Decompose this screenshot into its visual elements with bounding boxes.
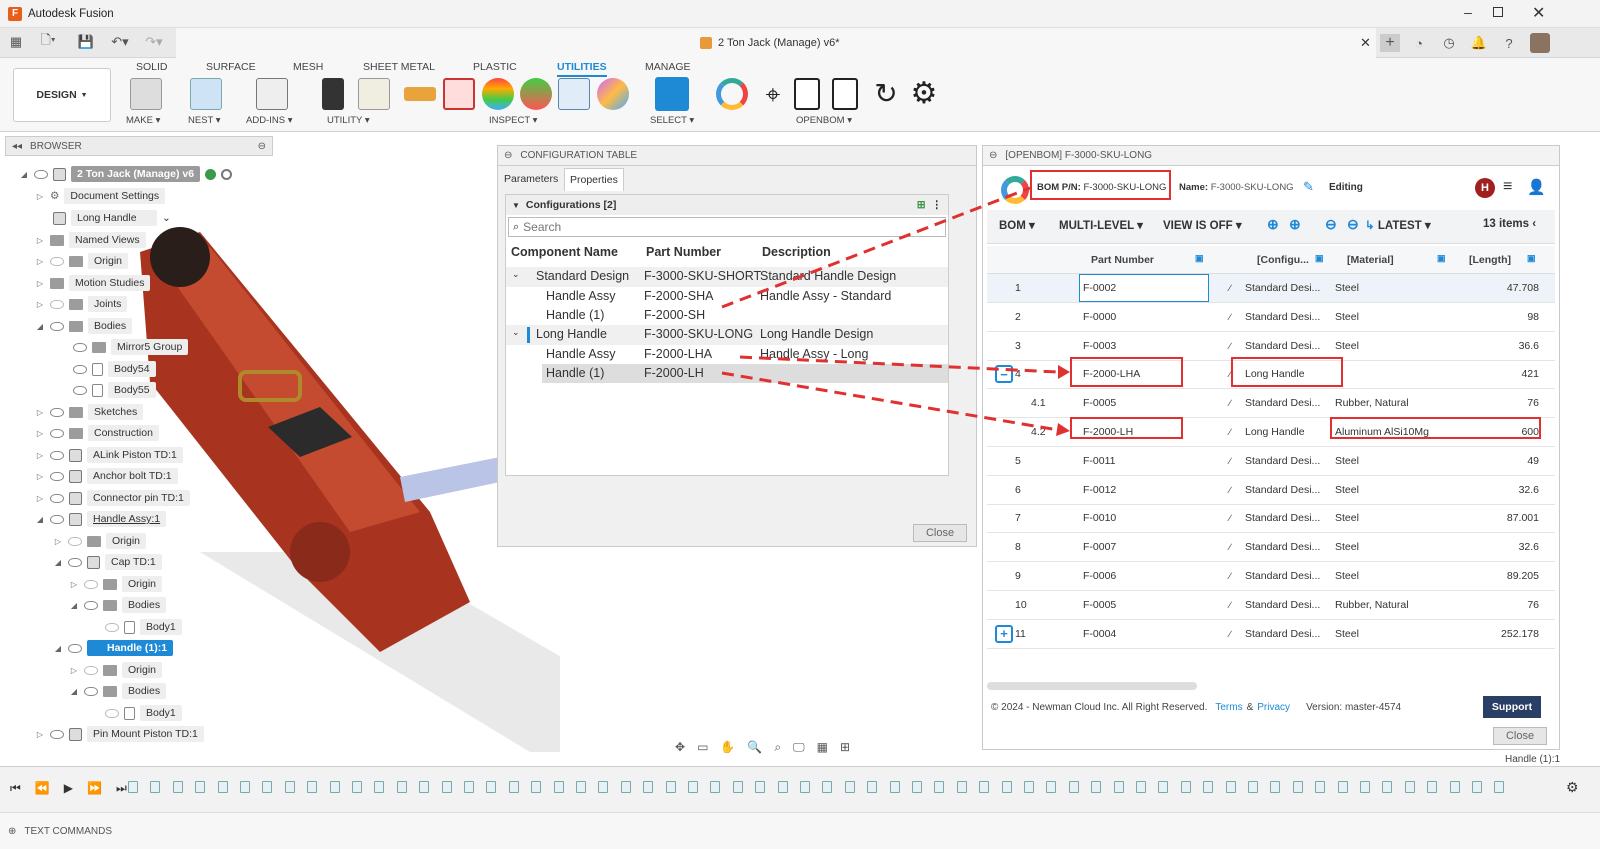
timeline-feature-icon[interactable] bbox=[150, 781, 161, 793]
timeline-feature-icon[interactable] bbox=[1203, 781, 1214, 793]
text-commands-label: TEXT COMMANDS bbox=[24, 825, 112, 837]
first-step-icon: ⏮ bbox=[10, 781, 21, 795]
timeline-feature-icon[interactable] bbox=[710, 781, 721, 793]
timeline-feature-icon[interactable] bbox=[1315, 781, 1326, 793]
timeline-feature-icon[interactable] bbox=[240, 781, 250, 793]
timeline-feature-icon[interactable] bbox=[1113, 781, 1124, 793]
timeline-feature-icon[interactable] bbox=[486, 781, 497, 793]
timeline-feature-icon[interactable] bbox=[262, 781, 273, 793]
timeline-feature-icon[interactable] bbox=[777, 781, 788, 793]
timeline-feature-icon[interactable] bbox=[531, 781, 542, 793]
timeline-feature-icon[interactable] bbox=[800, 781, 810, 793]
timeline-feature-icon[interactable] bbox=[732, 781, 743, 793]
timeline-feature-icon[interactable] bbox=[889, 781, 900, 793]
timeline-feature-icon[interactable] bbox=[1248, 781, 1258, 793]
timeline-feature-icon[interactable] bbox=[1001, 781, 1012, 793]
timeline-feature-icon[interactable] bbox=[329, 781, 340, 793]
timeline-feature-icon[interactable] bbox=[1158, 781, 1169, 793]
arrowhead bbox=[1058, 365, 1070, 379]
last-step-icon: ⏭ bbox=[115, 781, 127, 795]
timeline-feature-icon[interactable] bbox=[1225, 781, 1236, 793]
timeline-feature-icon[interactable] bbox=[1136, 781, 1146, 793]
timeline-feature-icon[interactable] bbox=[508, 781, 519, 793]
timeline-feature-icon[interactable] bbox=[396, 781, 407, 793]
timeline-feature-icon[interactable] bbox=[195, 781, 206, 793]
timeline-feature-icon[interactable] bbox=[284, 781, 295, 793]
text-commands-bar[interactable]: ⊕ TEXT COMMANDS bbox=[0, 812, 1600, 849]
timeline-feature-icon[interactable] bbox=[1091, 781, 1102, 793]
timeline-settings-icon[interactable]: ⚙ bbox=[1566, 779, 1579, 796]
arrowhead bbox=[1056, 423, 1070, 436]
timeline-feature-icon[interactable] bbox=[217, 781, 228, 793]
timeline-feature-icon[interactable] bbox=[1494, 781, 1505, 793]
timeline-feature-icon[interactable] bbox=[598, 781, 609, 793]
timeline-feature-icon[interactable] bbox=[307, 781, 318, 793]
timeline-feature-icon[interactable] bbox=[1360, 781, 1370, 793]
timeline-feature-icon[interactable] bbox=[643, 781, 654, 793]
timeline-feature-icon[interactable] bbox=[419, 781, 430, 793]
timeline-feature-icon[interactable] bbox=[1382, 781, 1393, 793]
timeline-feature-icon[interactable] bbox=[1270, 781, 1281, 793]
timeline-feature-icon[interactable] bbox=[912, 781, 922, 793]
timeline-feature-icon[interactable] bbox=[128, 781, 138, 793]
timeline-feature-icon[interactable] bbox=[688, 781, 698, 793]
annotation-arrows bbox=[721, 186, 1070, 436]
timeline-feature-icon[interactable] bbox=[1024, 781, 1034, 793]
timeline-feature-icon[interactable] bbox=[1292, 781, 1303, 793]
timeline: ⏮ ⏪ ▶ ⏩ ⏭ ⚙ bbox=[0, 766, 1600, 812]
timeline-feature-icon[interactable] bbox=[1068, 781, 1079, 793]
arrow-lh-to-row bbox=[721, 371, 1059, 432]
timeline-feature-icon[interactable] bbox=[1180, 781, 1191, 793]
timeline-feature-icon[interactable] bbox=[576, 781, 586, 793]
timeline-feature-icon[interactable] bbox=[956, 781, 967, 793]
timeline-feature-icon[interactable] bbox=[441, 781, 452, 793]
timeline-track[interactable] bbox=[128, 775, 1528, 805]
timeline-feature-icon[interactable] bbox=[934, 781, 945, 793]
timeline-feature-icon[interactable] bbox=[1449, 781, 1460, 793]
timeline-feature-icon[interactable] bbox=[979, 781, 990, 793]
arrow-config-to-bompn bbox=[721, 186, 1031, 309]
timeline-feature-icon[interactable] bbox=[1472, 781, 1482, 793]
timeline-feature-icon[interactable] bbox=[822, 781, 833, 793]
timeline-feature-icon[interactable] bbox=[867, 781, 878, 793]
timeline-feature-icon[interactable] bbox=[374, 781, 385, 793]
timeline-feature-icon[interactable] bbox=[464, 781, 474, 793]
timeline-feature-icon[interactable] bbox=[1404, 781, 1415, 793]
timeline-feature-icon[interactable] bbox=[553, 781, 564, 793]
previous-step-icon: ⏪ bbox=[34, 781, 50, 795]
timeline-feature-icon[interactable] bbox=[1427, 781, 1438, 793]
next-step-icon: ⏩ bbox=[87, 781, 102, 795]
timeline-feature-icon[interactable] bbox=[172, 781, 183, 793]
timeline-controls[interactable]: ⏮ ⏪ ▶ ⏩ ⏭ bbox=[10, 781, 127, 796]
play-icon: ▶ bbox=[63, 781, 73, 795]
timeline-feature-icon[interactable] bbox=[1337, 781, 1348, 793]
timeline-feature-icon[interactable] bbox=[755, 781, 766, 793]
timeline-feature-icon[interactable] bbox=[844, 781, 855, 793]
arrow-lha-to-row bbox=[739, 355, 1059, 374]
timeline-feature-icon[interactable] bbox=[352, 781, 362, 793]
timeline-feature-icon[interactable] bbox=[1046, 781, 1057, 793]
timeline-feature-icon[interactable] bbox=[620, 781, 631, 793]
timeline-feature-icon[interactable] bbox=[665, 781, 676, 793]
expand-icon: ⊕ bbox=[8, 825, 17, 837]
